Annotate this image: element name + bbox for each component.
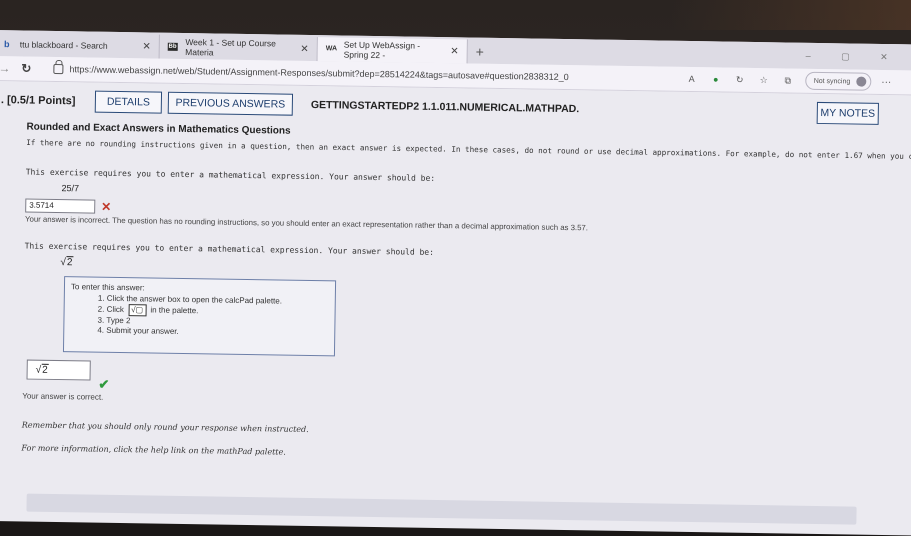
browser-toolbar: A ● ↻ ☆ ⧉ Not syncing ···	[680, 70, 892, 91]
screen-glare	[671, 0, 911, 30]
reload-icon[interactable]: ↻	[15, 61, 37, 75]
tab-label: ttu blackboard - Search	[19, 39, 108, 51]
part2-answer-input[interactable]: √ 2	[26, 359, 91, 381]
tab-label: Week 1 - Set up Course Materia	[185, 37, 276, 58]
my-notes-button[interactable]: MY NOTES	[816, 101, 879, 125]
points-label: . [0.5/1 Points]	[0, 94, 76, 108]
favorite-icon[interactable]: ☆	[756, 73, 772, 87]
details-button[interactable]: DETAILS	[94, 90, 163, 114]
more-icon[interactable]: ···	[881, 76, 891, 87]
read-aloud-icon[interactable]: A	[684, 72, 700, 86]
incorrect-icon: ✕	[101, 199, 112, 214]
square-root-icon: √▢	[128, 304, 147, 317]
tab-search[interactable]: b ttu blackboard - Search ✕	[0, 31, 160, 59]
help-note: For more information, click the help lin…	[21, 443, 286, 457]
new-tab-button[interactable]: +	[468, 39, 493, 63]
instructions-box: To enter this answer: Click the answer b…	[62, 276, 337, 357]
part1-answer-input[interactable]: 3.5714	[25, 198, 96, 214]
instructions-list: Click the answer box to open the calcPad…	[106, 294, 329, 339]
close-icon[interactable]: ✕	[440, 46, 459, 57]
avatar	[856, 76, 867, 87]
question-body: Rounded and Exact Answers in Mathematics…	[21, 122, 911, 466]
forward-icon[interactable]: →	[0, 61, 16, 75]
browser-window: b ttu blackboard - Search ✕ Bb Week 1 - …	[0, 30, 911, 536]
tab-webassign[interactable]: WA Set Up WebAssign - Spring 22 - ✕	[317, 37, 468, 64]
sync-label: Not syncing	[813, 77, 851, 85]
tab-blackboard[interactable]: Bb Week 1 - Set up Course Materia ✕	[159, 34, 318, 62]
question-id: GETTINGSTARTEDP2 1.1.011.NUMERICAL.MATHP…	[310, 98, 580, 116]
previous-answers-button[interactable]: PREVIOUS ANSWERS	[167, 91, 294, 116]
list-item: Submit your answer.	[106, 326, 328, 339]
collections-icon[interactable]: ⧉	[780, 73, 796, 87]
webassign-icon: WA	[325, 45, 338, 53]
close-icon[interactable]: ✕	[290, 43, 309, 54]
tab-label: Set Up WebAssign - Spring 22 -	[343, 39, 421, 61]
refresh-extension-icon[interactable]: ↻	[732, 73, 748, 87]
page-content: . [0.5/1 Points] DETAILS PREVIOUS ANSWER…	[0, 80, 911, 536]
window-controls[interactable]: – ▢ ✕	[806, 51, 902, 64]
sync-button[interactable]: Not syncing	[805, 71, 872, 91]
blackboard-icon: Bb	[167, 42, 178, 51]
url-field[interactable]: https://www.webassign.net/web/Student/As…	[69, 64, 568, 82]
close-icon[interactable]: ✕	[132, 41, 151, 52]
rounding-note: Remember that you should only round your…	[21, 420, 309, 434]
question-header: . [0.5/1 Points] DETAILS PREVIOUS ANSWER…	[0, 87, 911, 128]
lock-icon[interactable]	[53, 63, 64, 75]
submit-bar	[26, 493, 857, 525]
extension-icon[interactable]: ●	[708, 72, 724, 86]
bing-icon: b	[3, 39, 10, 50]
